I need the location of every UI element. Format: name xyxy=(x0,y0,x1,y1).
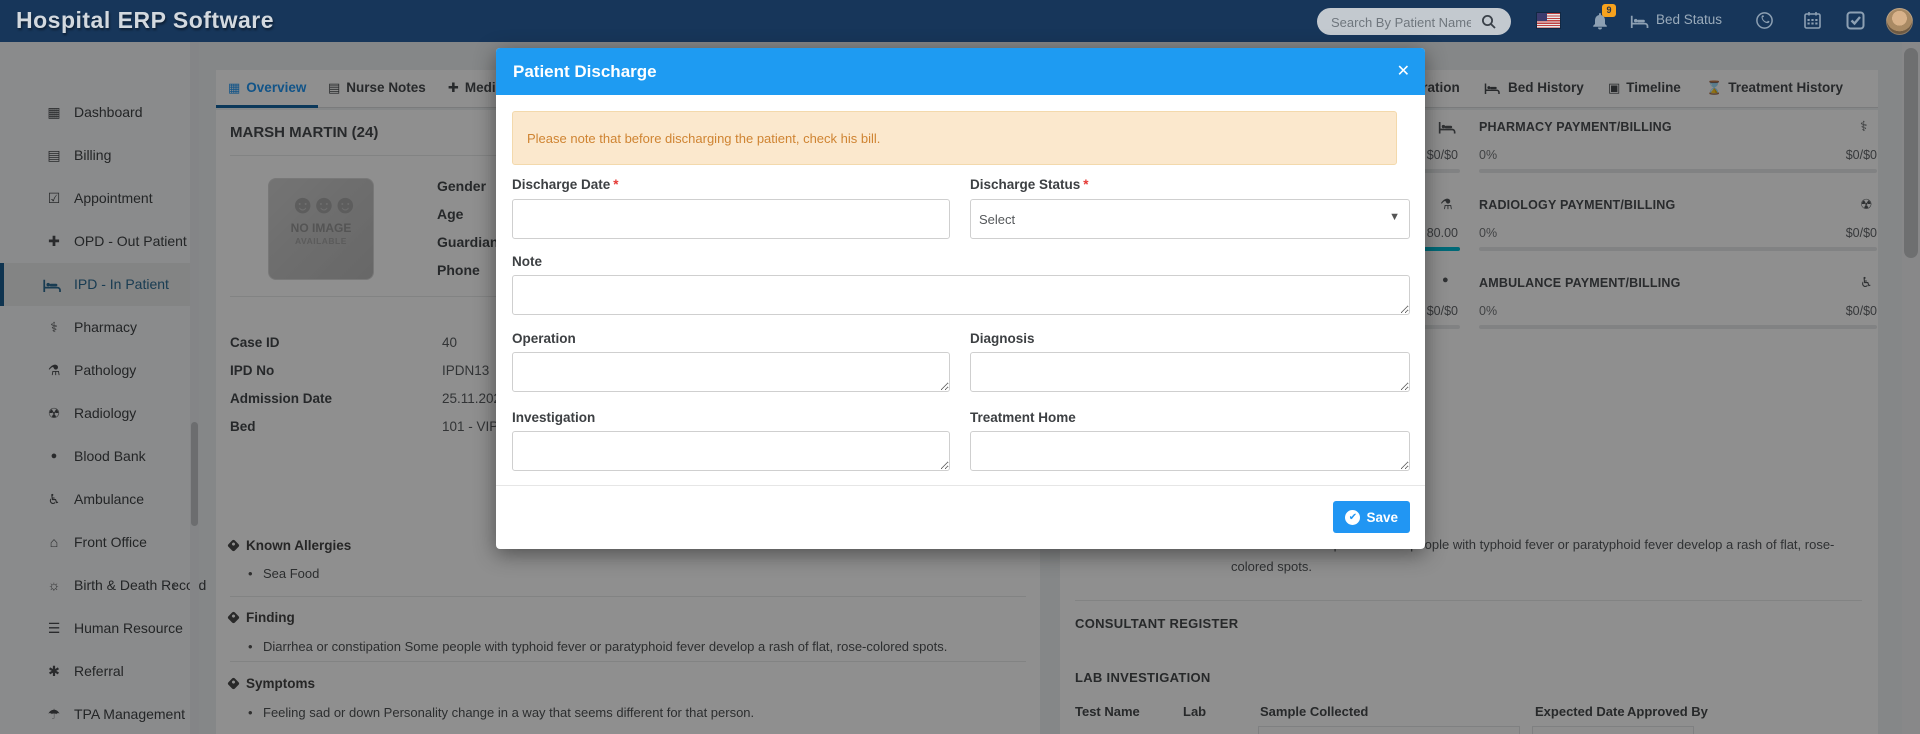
tasks-check-icon[interactable] xyxy=(1846,11,1865,30)
modal-title: Patient Discharge xyxy=(513,48,657,95)
patient-discharge-modal: Patient Discharge ✕ Please note that bef… xyxy=(496,48,1425,549)
discharge-status-select-wrap: Select ▼ xyxy=(970,199,1410,239)
search-icon[interactable] xyxy=(1481,14,1497,30)
check-circle-icon: ✔ xyxy=(1345,510,1360,525)
operation-label: Operation xyxy=(512,331,576,346)
top-header-bar: Hospital ERP Software 9 Bed Status xyxy=(0,0,1920,42)
modal-footer-divider xyxy=(496,485,1425,486)
investigation-label: Investigation xyxy=(512,410,595,425)
bed-status-link[interactable]: Bed Status xyxy=(1656,12,1722,27)
whatsapp-icon[interactable] xyxy=(1755,11,1774,30)
language-flag-icon[interactable] xyxy=(1537,13,1560,28)
notification-count-badge: 9 xyxy=(1602,4,1616,17)
app-title: Hospital ERP Software xyxy=(16,7,274,34)
note-textarea[interactable] xyxy=(512,275,1410,315)
search-input[interactable] xyxy=(1329,9,1473,35)
diagnosis-label: Diagnosis xyxy=(970,331,1035,346)
diagnosis-textarea[interactable] xyxy=(970,352,1410,392)
treatment-home-textarea[interactable] xyxy=(970,431,1410,471)
discharge-status-label: Discharge Status* xyxy=(970,177,1089,192)
close-icon[interactable]: ✕ xyxy=(1397,48,1410,95)
save-button[interactable]: ✔ Save xyxy=(1333,501,1410,533)
note-label: Note xyxy=(512,254,542,269)
investigation-textarea[interactable] xyxy=(512,431,950,471)
discharge-date-input[interactable] xyxy=(512,199,950,239)
calendar-icon[interactable] xyxy=(1803,11,1822,30)
treatment-home-label: Treatment Home xyxy=(970,410,1076,425)
patient-search[interactable] xyxy=(1317,8,1511,35)
modal-header: Patient Discharge ✕ xyxy=(496,48,1425,95)
discharge-date-label: Discharge Date* xyxy=(512,177,619,192)
discharge-warning: Please note that before discharging the … xyxy=(512,111,1397,165)
bed-status-icon[interactable] xyxy=(1630,14,1651,28)
operation-textarea[interactable] xyxy=(512,352,950,392)
hospital-erp-app: Hospital ERP Software 9 Bed Status xyxy=(0,0,1920,734)
discharge-status-select[interactable]: Select xyxy=(970,199,1410,239)
user-avatar[interactable] xyxy=(1886,8,1913,35)
